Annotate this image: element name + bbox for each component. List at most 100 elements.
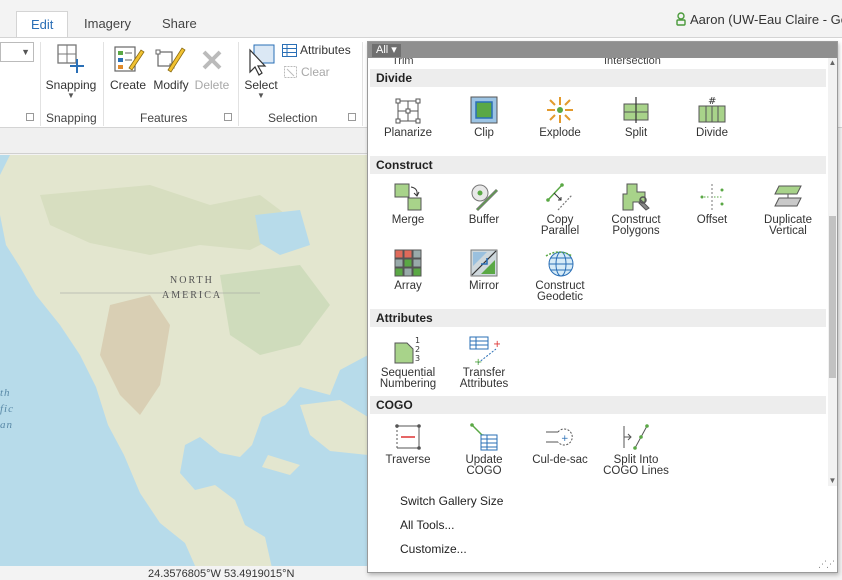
gallery-filter-dropdown[interactable]: All ▾ [372,44,401,57]
customize-item[interactable]: Customize... [400,542,467,556]
tool-traverse[interactable]: Traverse [370,422,446,466]
chevron-down-icon: ▼ [257,91,265,100]
tool-label: Mirror [468,280,500,292]
tool-label-line2: Parallel [540,225,580,237]
attributes-button[interactable]: Attributes [282,43,351,57]
tool-duplicate-vertical[interactable]: Duplicate Vertical [750,182,826,237]
tab-share[interactable]: Share [148,11,211,37]
array-icon [394,249,422,277]
tool-array[interactable]: Array [370,248,446,292]
divide-icon: # [698,96,726,123]
svg-text:+: + [474,357,482,365]
tab-imagery[interactable]: Imagery [70,11,145,37]
tool-label: Merge [391,214,425,226]
tool-label: Buffer [468,214,500,226]
chevron-down-icon: ▼ [21,47,30,57]
planarize-icon [395,98,421,124]
attributes-icon [282,44,297,57]
delete-button[interactable]: Delete [194,42,230,92]
sequential-numbering-icon: 123 [394,336,420,364]
tool-construct-geodetic[interactable]: Construct Geodetic [522,248,598,303]
tool-label-line2: Geodetic [536,291,584,303]
switch-gallery-size-item[interactable]: Switch Gallery Size [400,494,503,508]
map-label-pacific-1: th [0,387,11,399]
tool-label: Explode [539,127,581,139]
resize-grip-icon[interactable]: ⋰⋰ [818,559,835,570]
tool-divide[interactable]: # Divide [674,95,750,139]
svg-text:3: 3 [415,354,420,363]
tool-transfer-attributes[interactable]: + + Transfer Attributes [446,335,522,390]
map-view-header [0,128,368,154]
tool-merge[interactable]: Merge [370,182,446,226]
coordinate-readout: 24.3576805°W 53.4919015°N [148,568,295,580]
clip-icon [470,96,498,124]
tool-sequential-numbering[interactable]: 123 Sequential Numbering [370,335,446,390]
user-account[interactable]: Aaron (UW-Eau Claire - Geog [676,12,842,27]
tool-label: Cul-de-sac [532,454,588,466]
explode-icon [547,97,573,123]
mirror-icon [470,249,498,277]
tool-split[interactable]: Split [598,95,674,139]
construct-polygons-icon [622,183,650,211]
tab-edit[interactable]: Edit [16,11,69,38]
snapping-button[interactable]: Snapping ▼ [45,42,97,100]
tool-label-line2: Attributes [459,378,509,390]
basemap [0,155,368,568]
copy-parallel-icon [546,183,573,211]
tool-planarize[interactable]: Planarize [370,95,446,139]
tool-split-into-cogo-lines[interactable]: Split Into COGO Lines [598,422,674,477]
all-tools-item[interactable]: All Tools... [400,518,454,532]
tool-cul-de-sac[interactable]: + Cul-de-sac [522,422,598,466]
group-launcher-icon[interactable] [348,113,356,121]
edit-template-combo[interactable]: ▼ [0,42,34,62]
map-view[interactable]: NORTH AMERICA th fic an [0,155,368,568]
map-label-north: NORTH [170,275,214,286]
tool-copy-parallel[interactable]: Copy Parallel [522,182,598,237]
select-button[interactable]: Select ▼ [242,42,280,100]
tool-label: Divide [696,127,728,139]
gallery-filter-bar: All ▾ [368,42,837,58]
delete-icon [202,50,222,70]
gallery-scrollbar[interactable]: ▲ ▼ [828,58,837,486]
snapping-label: Snapping [45,78,97,92]
split-into-cogo-lines-icon [623,424,649,450]
group-label-selection: Selection [268,111,318,125]
group-label-snapping: Snapping [46,111,97,125]
scroll-down-icon[interactable]: ▼ [828,476,837,485]
group-launcher-icon[interactable] [224,113,232,121]
tool-buffer[interactable]: Buffer [446,182,522,226]
create-button[interactable]: Create [108,42,148,92]
transfer-attributes-icon: ++ [469,336,500,365]
update-cogo-icon [470,423,498,451]
tool-clip[interactable]: Clip [446,95,522,139]
tool-label: Offset [696,214,728,226]
cut-off-tool-label: Intersection [604,58,661,64]
cul-de-sac-icon: + [546,428,573,446]
duplicate-vertical-icon [774,185,802,207]
tool-label: Traverse [385,454,431,466]
clear-button[interactable]: Clear [284,65,330,79]
delete-label: Delete [194,78,230,92]
gallery-scroll-area[interactable]: Trim Intersection Divide Planarize Clip … [368,58,828,482]
map-label-pacific-2: fic [0,403,14,415]
gallery-filter-label: All [376,44,389,56]
tool-construct-polygons[interactable]: Construct Polygons [598,182,674,237]
group-launcher-icon[interactable] [26,113,34,121]
buffer-icon [471,184,499,212]
scrollbar-thumb[interactable] [829,216,836,378]
modify-tools-gallery: All ▾ Trim Intersection Divide Planarize… [367,41,838,573]
tool-update-cogo[interactable]: Update COGO [446,422,522,477]
tool-label: Array [394,280,422,292]
svg-text:1: 1 [415,336,420,345]
tool-explode[interactable]: Explode [522,95,598,139]
scroll-up-icon[interactable]: ▲ [828,58,837,67]
map-label-pacific-3: an [0,419,13,431]
split-icon [623,97,649,123]
select-label: Select [244,78,278,92]
category-divide: Divide [370,69,826,87]
select-icon [249,44,275,76]
tool-offset[interactable]: Offset [674,182,750,226]
tool-mirror[interactable]: Mirror [446,248,522,292]
modify-button[interactable]: Modify [150,42,192,92]
chevron-down-icon: ▼ [67,91,75,100]
